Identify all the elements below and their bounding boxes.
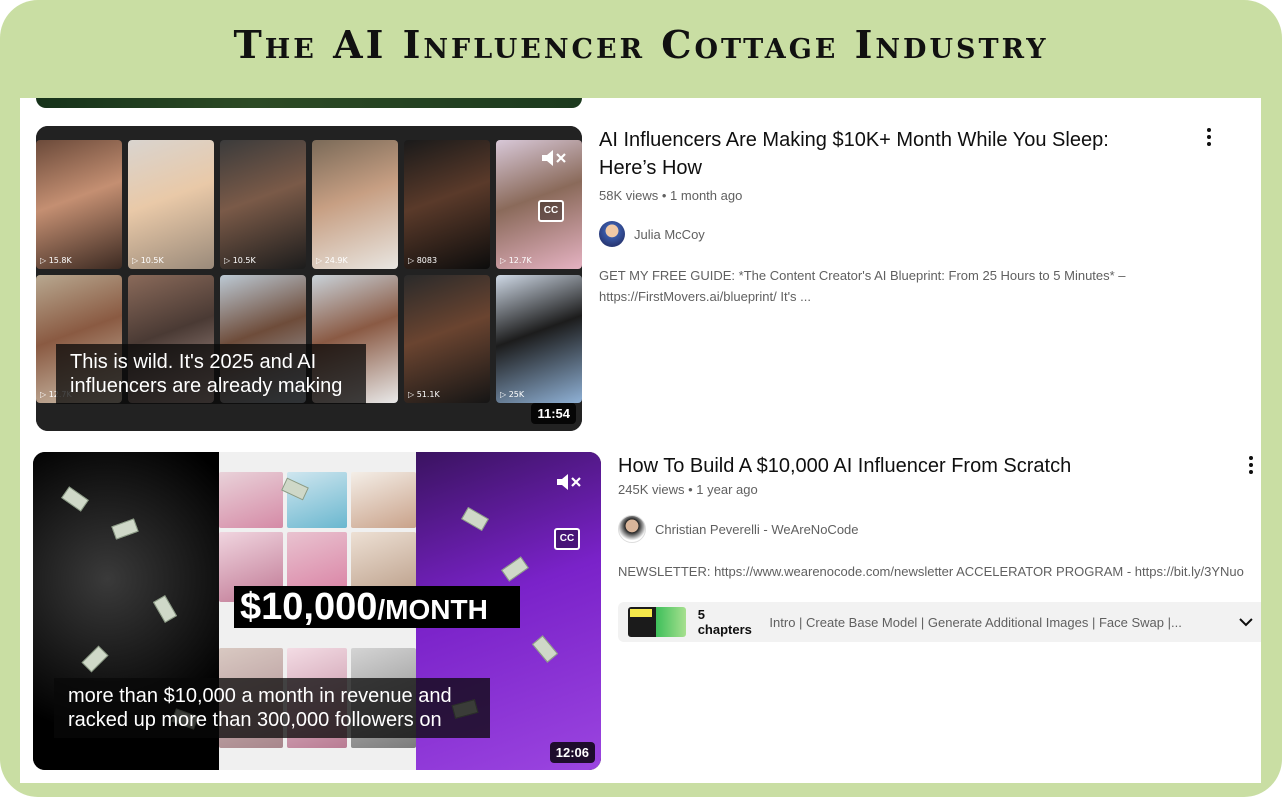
collage-tile: ▷ 15.8K [36, 140, 122, 269]
channel-row[interactable]: Christian Peverelli - WeAreNoCode [618, 515, 1261, 543]
chapters-bar[interactable]: 5 chapters Intro | Create Base Model | G… [618, 602, 1261, 642]
video-description-snippet: NEWSLETTER: https://www.wearenocode.com/… [618, 564, 1244, 579]
channel-avatar[interactable] [599, 221, 625, 247]
chapters-count: 5 chapters [697, 607, 752, 637]
video-duration-badge: 11:54 [531, 403, 576, 424]
video-title-link[interactable]: How To Build A $10,000 AI Influencer Fro… [618, 452, 1261, 480]
chapters-list: Intro | Create Base Model | Generate Add… [769, 614, 1182, 630]
collage-tile: ▷ 8083 [404, 140, 490, 269]
video-caption-overlay: more than $10,000 a month in revenue and… [54, 678, 490, 738]
video-metadata: 245K views • 1 year ago [618, 482, 1261, 497]
video-description-snippet: GET MY FREE GUIDE: *The Content Creator'… [599, 268, 1126, 304]
mute-icon[interactable] [555, 472, 583, 492]
video-thumbnail-1[interactable]: ▷ 15.8K ▷ 10.5K ▷ 10.5K ▷ 24.9K ▷ 8083 ▷… [36, 126, 582, 431]
tile-view-count: ▷ 10.5K [132, 255, 164, 265]
channel-name-link[interactable]: Christian Peverelli - WeAreNoCode [655, 522, 859, 537]
tile-view-count: ▷ 8083 [408, 255, 438, 265]
video-view-count: 245K views [618, 482, 685, 497]
video-thumbnail-2[interactable]: $10,000/MONTH CC more than $10,000 a mon… [33, 452, 601, 770]
video-view-count: 58K views [599, 188, 659, 203]
video-upload-age: 1 month ago [670, 188, 743, 203]
video-results-panel: ▷ 15.8K ▷ 10.5K ▷ 10.5K ▷ 24.9K ▷ 8083 ▷… [20, 98, 1261, 783]
cc-icon[interactable]: CC [554, 528, 580, 550]
tile-view-count: ▷ 51.1K [408, 390, 440, 399]
price-banner: $10,000/MONTH [234, 586, 520, 628]
chevron-down-icon[interactable] [1237, 613, 1255, 631]
channel-name-link[interactable]: Julia McCoy [634, 227, 705, 242]
video-upload-age: 1 year ago [696, 482, 758, 497]
channel-avatar[interactable] [618, 515, 646, 543]
banner-title: The AI Influencer Cottage Industry [233, 22, 1049, 67]
tile-view-count: ▷ 25K [500, 390, 525, 399]
cc-icon[interactable]: CC [538, 200, 564, 222]
channel-row[interactable]: Julia McCoy [599, 221, 1159, 247]
collage-tile: ▷ 25K [496, 274, 582, 403]
price-banner-amount: $10,000 [240, 586, 378, 628]
banner-frame: The AI Influencer Cottage Industry ▷ 15.… [0, 0, 1282, 797]
collage-tile: ▷ 24.9K [312, 140, 398, 269]
price-banner-unit: /MONTH [377, 594, 488, 625]
video-duration-badge: 12:06 [549, 742, 595, 763]
kebab-menu-icon[interactable] [1241, 454, 1261, 478]
video-info-1: AI Influencers Are Making $10K+ Month Wh… [599, 126, 1159, 307]
collage-tile: ▷ 10.5K [220, 140, 306, 269]
video-title-link[interactable]: AI Influencers Are Making $10K+ Month Wh… [599, 126, 1159, 182]
kebab-menu-icon[interactable] [1199, 126, 1219, 150]
tile-view-count: ▷ 10.5K [224, 255, 256, 265]
collage-tile: ▷ 10.5K [128, 140, 214, 269]
tile-view-count: ▷ 24.9K [316, 255, 348, 265]
tile-view-count: ▷ 15.8K [40, 255, 72, 265]
collage-tile: ▷ 51.1K [404, 274, 490, 403]
tile-view-count: ▷ 12.7K [500, 255, 532, 265]
chapter-thumbnail [628, 607, 686, 637]
previous-video-thumbnail[interactable] [36, 98, 582, 108]
video-metadata: 58K views • 1 month ago [599, 188, 1159, 203]
mute-icon[interactable] [540, 148, 568, 168]
video-info-2: How To Build A $10,000 AI Influencer Fro… [618, 452, 1261, 582]
video-caption-overlay: This is wild. It's 2025 and AI influence… [56, 344, 366, 404]
meta-separator: • [661, 188, 671, 203]
